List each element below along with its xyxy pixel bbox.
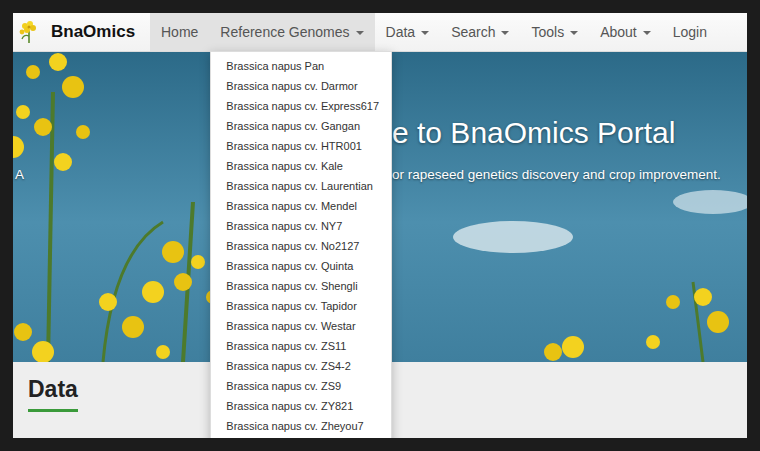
- dropdown-item[interactable]: Brassica napus cv. Westar: [211, 316, 391, 336]
- nav-label[interactable]: Reference Genomes: [220, 24, 349, 40]
- nav-item[interactable]: Search: [440, 13, 520, 51]
- dropdown-item[interactable]: Brassica napus cv. Shengli: [211, 276, 391, 296]
- dropdown-item[interactable]: Brassica napus cv. Darmor: [211, 76, 391, 96]
- nav-label[interactable]: Home: [161, 24, 198, 40]
- caret-icon[interactable]: [356, 31, 364, 35]
- brand-name[interactable]: BnaOmics: [51, 22, 135, 42]
- rapeseed-flower-icon: [17, 20, 41, 44]
- caret-icon[interactable]: [570, 31, 578, 35]
- caret-icon[interactable]: [421, 31, 429, 35]
- dropdown-item[interactable]: Brassica napus cv. ZS11: [211, 336, 391, 356]
- dropdown-item[interactable]: Brassica napus cv. Gangan: [211, 116, 391, 136]
- hero-subtitle-fragment: A: [15, 167, 24, 182]
- dropdown-item[interactable]: Brassica napus cv. ZY821: [211, 396, 391, 416]
- page: BnaOmicsHomeReference GenomesBrassica na…: [13, 13, 747, 438]
- dropdown-item[interactable]: Brassica napus cv. Mendel: [211, 196, 391, 216]
- dropdown-item[interactable]: Brassica napus cv. ZS4-2: [211, 356, 391, 376]
- dropdown-item[interactable]: Brassica napus cv. HTR001: [211, 136, 391, 156]
- nav-item[interactable]: Login: [662, 13, 718, 51]
- dropdown-item[interactable]: Brassica napus cv. Kale: [211, 156, 391, 176]
- nav-item[interactable]: Tools: [520, 13, 589, 51]
- dropdown-item[interactable]: Brassica napus Pan: [211, 56, 391, 76]
- nav-item[interactable]: Reference GenomesBrassica napus PanBrass…: [209, 13, 374, 51]
- navbar: BnaOmics Home Reference GenomesBrassica na…: [13, 13, 747, 52]
- nav-item[interactable]: Data: [375, 13, 441, 51]
- dropdown-menu: Brassica napus PanBrassica napus cv. Dar…: [210, 51, 392, 438]
- nav-menu: Home Reference GenomesBrassica napus PanB…: [150, 13, 718, 51]
- nav-label[interactable]: About: [600, 24, 637, 40]
- caret-icon[interactable]: [643, 31, 651, 35]
- nav-item[interactable]: About: [589, 13, 662, 51]
- hero-title: e to BnaOmics Portal: [392, 116, 675, 150]
- dropdown-item[interactable]: Brassica napus cv. Tapidor: [211, 296, 391, 316]
- dropdown-item[interactable]: Brassica napus cv. Zheyou7: [211, 416, 391, 436]
- dropdown-item[interactable]: Brassica napus cv. Express617: [211, 96, 391, 116]
- nav-label[interactable]: Data: [386, 24, 416, 40]
- dropdown-item[interactable]: Brassica napus cv. Quinta: [211, 256, 391, 276]
- section-heading: Data: [28, 376, 78, 412]
- nav-label[interactable]: Search: [451, 24, 495, 40]
- nav-item[interactable]: Home: [150, 13, 209, 51]
- brand[interactable]: BnaOmics: [13, 13, 134, 51]
- dropdown-item[interactable]: Brassica napus cv. Laurentian: [211, 176, 391, 196]
- nav-label[interactable]: Tools: [531, 24, 564, 40]
- dropdown-item[interactable]: Brassica napus cv. No2127: [211, 236, 391, 256]
- hero-subtitle: or rapeseed genetics discovery and crop …: [392, 167, 721, 182]
- caret-icon[interactable]: [501, 31, 509, 35]
- dropdown-item[interactable]: Brassica napus cv. ZS9: [211, 376, 391, 396]
- dropdown-item[interactable]: Brassica napus cv. NY7: [211, 216, 391, 236]
- nav-label[interactable]: Login: [673, 24, 707, 40]
